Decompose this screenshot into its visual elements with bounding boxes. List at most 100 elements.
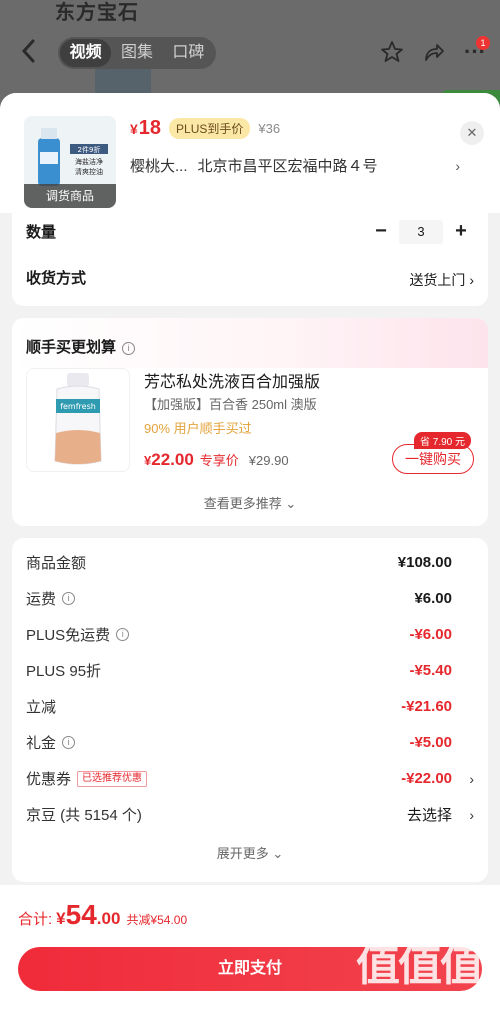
fee-value: ¥6.00 [414,590,452,607]
chevron-down-icon: ⌄ [285,496,297,511]
quantity-label: 数量 [26,224,57,241]
quantity-stepper: − 3 + [369,220,473,244]
femfresh-bottle-image: femfresh [27,369,129,471]
status-bar-text: 东方宝石 [55,0,139,24]
price-breakdown-card: 商品金额 ¥108.00 运费 i ¥6.00 PLUS免运费 i -¥6.00 PLUS 95… [12,538,488,882]
recommended-original-price: ¥29.90 [248,453,289,468]
transfer-goods-tag: 调货商品 [24,184,116,208]
background-product-image [95,66,151,96]
savings-badge: 省 7.90 元 [414,432,472,449]
coupon-selected-tag: 已选推荐优惠 [77,770,148,787]
info-icon[interactable]: i [116,628,130,641]
fee-value: -¥21.60 [401,698,452,715]
repurchase-rate: 90% 用户顺手买过 [144,421,252,436]
fee-label: PLUS免运费 i [26,624,409,645]
exclusive-price-label: 专享价 [199,453,239,468]
watermark-text: zhizhizhi.com [387,992,482,1008]
recommended-price-row: ¥22.00 专享价 ¥29.90 [144,450,289,470]
chevron-down-icon: ⌄ [272,846,284,861]
product-price: ¥18 [130,117,162,139]
chevron-right-icon: › [469,770,474,787]
total-row: 合计: ¥ 54 .00 共减¥54.00 [18,899,187,931]
checkout-sheet: 2件9折 海盐洁净 清爽控油 调货商品 ¥18 PLUS到手价 ¥36 ✕ 樱桃… [0,93,500,1014]
fee-row[interactable]: 京豆 (共 5154 个) 去选择 › [26,804,474,825]
price-row: ¥18 PLUS到手价 ¥36 [130,117,280,140]
recommendation-card: 顺手买更划算 i femfresh 芳芯私处洗液百合加强版 【加强版】百合香 25… [12,318,488,526]
tab-reviews[interactable]: 口碑 [163,39,214,67]
fee-label-text: 礼金 [26,735,57,752]
delivery-address: 北京市昌平区宏福中路４号 [197,158,378,175]
chevron-right-icon: › [455,157,460,174]
bottle-brand: femfresh [60,402,96,411]
info-icon[interactable]: i [62,736,76,749]
fee-label-text: 商品金额 [26,555,87,572]
recommended-product-spec: 【加强版】百合香 250ml 澳版 [144,397,317,412]
info-icon[interactable]: i [62,592,76,605]
info-icon[interactable]: i [122,342,136,355]
total-savings: 共减¥54.00 [126,913,188,927]
fee-value: ¥108.00 [397,554,452,571]
fee-label: 优惠券 已选推荐优惠 [26,768,401,789]
close-icon: ✕ [466,125,478,140]
fee-row: 运费 i ¥6.00 [26,588,474,609]
tab-gallery[interactable]: 图集 [111,39,162,67]
notification-badge: 1 [476,36,490,50]
fee-value: -¥6.00 [409,626,452,643]
fee-label-text: PLUS 95折 [26,663,102,680]
checkout-bar: 合计: ¥ 54 .00 共减¥54.00 立即支付 值值值 zhizhizhi… [0,885,500,1014]
address-row[interactable]: 樱桃大... 北京市昌平区宏福中路４号 › [130,155,460,176]
original-price: ¥36 [258,121,281,136]
star-icon[interactable] [380,40,404,64]
header-actions: ··· [380,40,486,64]
back-icon[interactable] [18,38,40,64]
close-button[interactable]: ✕ [460,121,484,145]
fee-row: PLUS 95折 -¥5.40 [26,660,474,681]
total-currency: ¥ [56,909,66,928]
tab-video[interactable]: 视频 [60,39,112,67]
fee-value: -¥22.00 [401,770,452,787]
fee-label: 运费 i [26,588,414,609]
fee-label-text: 京豆 (共 5154 个) [26,807,142,824]
total-decimal: .00 [96,909,121,928]
recommended-product-name[interactable]: 芳芯私处洗液百合加强版 [144,368,320,392]
fee-row: PLUS免运费 i -¥6.00 [26,624,474,645]
fee-row[interactable]: 优惠券 已选推荐优惠 -¥22.00 › [26,768,474,789]
thumb-line2: 清爽控油 [75,167,103,176]
product-thumbnail[interactable]: 2件9折 海盐洁净 清爽控油 调货商品 [24,116,116,208]
expand-more-button[interactable]: 展开更多 ⌄ [12,843,488,862]
total-integer: 54 [65,899,97,930]
product-header: 2件9折 海盐洁净 清爽控油 调货商品 ¥18 PLUS到手价 ¥36 ✕ 樱桃… [0,93,500,213]
share-icon[interactable] [422,40,446,64]
chevron-right-icon: › [469,806,474,823]
view-more-recommendations[interactable]: 查看更多推荐 ⌄ [12,493,488,512]
plus-price-tag: PLUS到手价 [169,118,251,139]
delivery-method-value[interactable]: 送货上门 › [409,270,474,290]
recommended-price: ¥22.00 [144,450,194,469]
fee-label-text: 运费 [26,591,57,608]
total-label: 合计: [18,911,53,928]
fee-value: 去选择 [406,807,452,824]
fee-label: 京豆 (共 5154 个) [26,804,407,825]
watermark-logo: 值值值 [356,940,484,991]
fee-label: PLUS 95折 [26,660,409,681]
delivery-method-label: 收货方式 [26,270,87,287]
recommendation-title: 顺手买更划算 i [26,336,136,357]
quantity-value[interactable]: 3 [399,220,443,244]
thumb-line1: 海盐洁净 [75,157,103,166]
fee-label-text: 立减 [26,699,57,716]
decrease-button[interactable]: − [369,220,393,244]
fee-label: 立减 [26,696,401,717]
increase-button[interactable]: + [449,220,473,244]
fee-label-text: PLUS免运费 [26,627,111,644]
fee-label: 礼金 i [26,732,409,753]
store-name: 樱桃大... [130,158,188,175]
fee-row: 礼金 i -¥5.00 [26,732,474,753]
fee-row: 立减 -¥21.60 [26,696,474,717]
fee-row: 商品金额 ¥108.00 [26,552,474,573]
chevron-right-icon: › [469,272,474,288]
fee-label: 商品金额 [26,552,398,573]
thumb-promo: 2件9折 [78,145,101,154]
recommended-product-image[interactable]: femfresh [26,368,130,472]
fee-value: -¥5.40 [409,662,452,679]
media-tabs: 视频 图集 口碑 [58,37,216,69]
